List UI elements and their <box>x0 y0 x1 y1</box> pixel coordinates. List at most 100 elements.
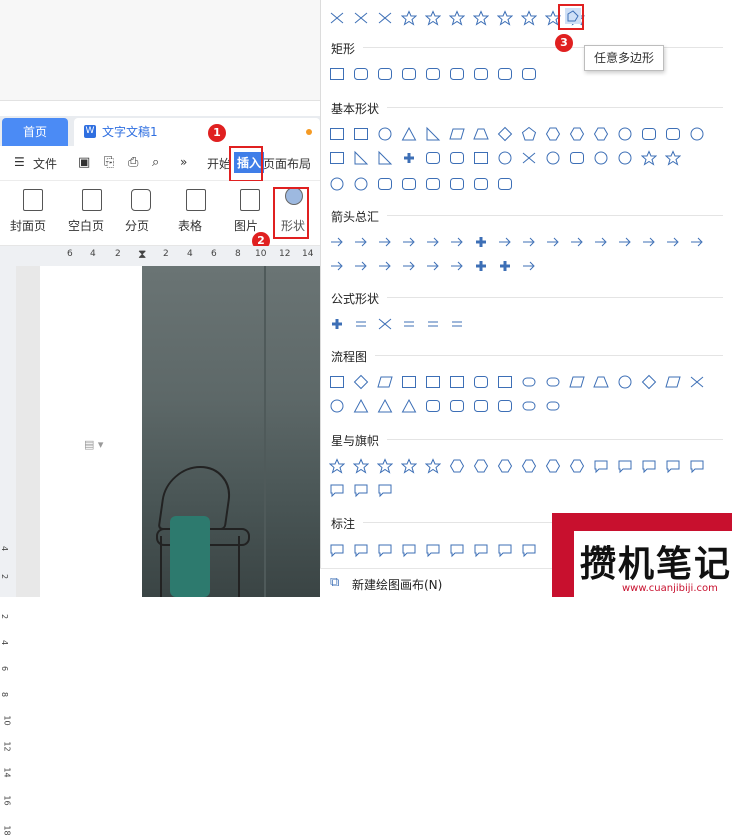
shape-option-icon[interactable] <box>449 126 465 142</box>
shape-option-icon[interactable] <box>665 150 681 166</box>
shape-option-icon[interactable] <box>377 374 393 390</box>
shape-option-icon[interactable] <box>473 10 489 26</box>
shape-option-icon[interactable] <box>521 374 537 390</box>
shape-option-icon[interactable] <box>617 126 633 142</box>
shape-option-icon[interactable] <box>617 458 633 474</box>
shape-option-icon[interactable] <box>593 374 609 390</box>
shape-option-icon[interactable] <box>473 398 489 414</box>
shape-option-icon[interactable] <box>473 542 489 558</box>
shape-option-icon[interactable] <box>521 258 537 274</box>
shape-option-icon[interactable] <box>449 542 465 558</box>
shape-option-icon[interactable] <box>497 176 513 192</box>
shape-option-icon[interactable] <box>425 126 441 142</box>
shape-option-icon[interactable] <box>569 126 585 142</box>
tab-document[interactable]: W 文字文稿1 <box>74 118 320 146</box>
shape-option-icon[interactable] <box>497 374 513 390</box>
table-icon[interactable] <box>186 189 206 211</box>
shape-option-icon[interactable] <box>401 150 417 166</box>
ribbon-picture[interactable]: 图片 <box>234 217 258 234</box>
shape-option-icon[interactable] <box>401 316 417 332</box>
shape-option-icon[interactable] <box>329 234 345 250</box>
shape-option-icon[interactable] <box>593 126 609 142</box>
shape-option-icon[interactable] <box>521 10 537 26</box>
shape-option-icon[interactable] <box>569 150 585 166</box>
shape-option-icon[interactable] <box>353 10 369 26</box>
shape-option-icon[interactable] <box>449 234 465 250</box>
shape-option-icon[interactable] <box>329 10 345 26</box>
shape-option-icon[interactable] <box>377 398 393 414</box>
shape-option-icon[interactable] <box>329 66 345 82</box>
shape-option-icon[interactable] <box>449 176 465 192</box>
shape-option-icon[interactable] <box>497 10 513 26</box>
shape-option-icon[interactable] <box>425 374 441 390</box>
shape-option-icon[interactable] <box>569 458 585 474</box>
preview-icon[interactable]: ⌕ <box>152 155 159 170</box>
menu-file[interactable]: 文件 <box>33 155 57 172</box>
shape-option-icon[interactable] <box>545 458 561 474</box>
shape-option-icon[interactable] <box>449 258 465 274</box>
shape-option-icon[interactable] <box>401 176 417 192</box>
shape-option-icon[interactable] <box>521 234 537 250</box>
shape-option-icon[interactable] <box>593 458 609 474</box>
menu-start[interactable]: 开始 <box>207 155 231 172</box>
shape-option-icon[interactable] <box>521 542 537 558</box>
shape-option-icon[interactable] <box>329 126 345 142</box>
shape-option-icon[interactable] <box>353 176 369 192</box>
shape-option-icon[interactable] <box>473 126 489 142</box>
shape-option-icon[interactable] <box>641 234 657 250</box>
shape-option-icon[interactable] <box>545 126 561 142</box>
shape-option-icon[interactable] <box>665 374 681 390</box>
shape-option-icon[interactable] <box>353 66 369 82</box>
shape-option-icon[interactable] <box>569 374 585 390</box>
shape-option-icon[interactable] <box>377 126 393 142</box>
shape-option-icon[interactable] <box>473 176 489 192</box>
shape-option-icon[interactable] <box>449 150 465 166</box>
ribbon-section[interactable]: 分页 <box>125 217 149 234</box>
shape-option-icon[interactable] <box>521 398 537 414</box>
shape-option-icon[interactable] <box>377 542 393 558</box>
shape-option-icon[interactable] <box>401 126 417 142</box>
shape-option-icon[interactable] <box>641 458 657 474</box>
shape-option-icon[interactable] <box>449 66 465 82</box>
shape-option-icon[interactable] <box>665 234 681 250</box>
shape-option-icon[interactable] <box>521 150 537 166</box>
shape-option-icon[interactable] <box>689 374 705 390</box>
shape-option-icon[interactable] <box>449 316 465 332</box>
shape-option-icon[interactable] <box>401 258 417 274</box>
shape-option-icon[interactable] <box>617 150 633 166</box>
shape-option-icon[interactable] <box>521 66 537 82</box>
shape-option-icon[interactable] <box>329 542 345 558</box>
shape-option-icon[interactable] <box>353 374 369 390</box>
shape-option-icon[interactable] <box>425 316 441 332</box>
shape-option-icon[interactable] <box>377 258 393 274</box>
shape-option-icon[interactable] <box>353 542 369 558</box>
shape-option-icon[interactable] <box>425 398 441 414</box>
shape-option-icon[interactable] <box>497 398 513 414</box>
shape-option-icon[interactable] <box>665 458 681 474</box>
shape-option-icon[interactable] <box>665 126 681 142</box>
shape-option-icon[interactable] <box>521 126 537 142</box>
menu-layout[interactable]: 页面布局 <box>263 155 311 172</box>
blank-page-icon[interactable] <box>82 189 102 211</box>
shape-option-icon[interactable] <box>425 176 441 192</box>
ribbon-cover[interactable]: 封面页 <box>10 217 46 234</box>
shape-option-icon[interactable] <box>425 258 441 274</box>
shape-option-icon[interactable] <box>401 66 417 82</box>
shape-option-icon[interactable] <box>401 542 417 558</box>
shape-option-icon[interactable] <box>425 458 441 474</box>
ribbon-table[interactable]: 表格 <box>178 217 202 234</box>
shape-option-icon[interactable] <box>329 482 345 498</box>
shape-option-icon[interactable] <box>329 316 345 332</box>
shape-option-icon[interactable] <box>353 458 369 474</box>
hamburger-icon[interactable]: ☰ <box>14 155 25 169</box>
save-icon[interactable]: ▣ <box>78 155 90 170</box>
shape-option-icon[interactable]: undefined <box>689 150 705 166</box>
shape-option-icon[interactable] <box>497 542 513 558</box>
shape-option-icon[interactable] <box>497 126 513 142</box>
shape-option-icon[interactable] <box>353 234 369 250</box>
shape-option-icon[interactable] <box>521 458 537 474</box>
shape-option-icon[interactable] <box>377 66 393 82</box>
shape-option-icon[interactable] <box>377 458 393 474</box>
shape-option-icon[interactable] <box>473 66 489 82</box>
shape-option-icon[interactable] <box>425 234 441 250</box>
